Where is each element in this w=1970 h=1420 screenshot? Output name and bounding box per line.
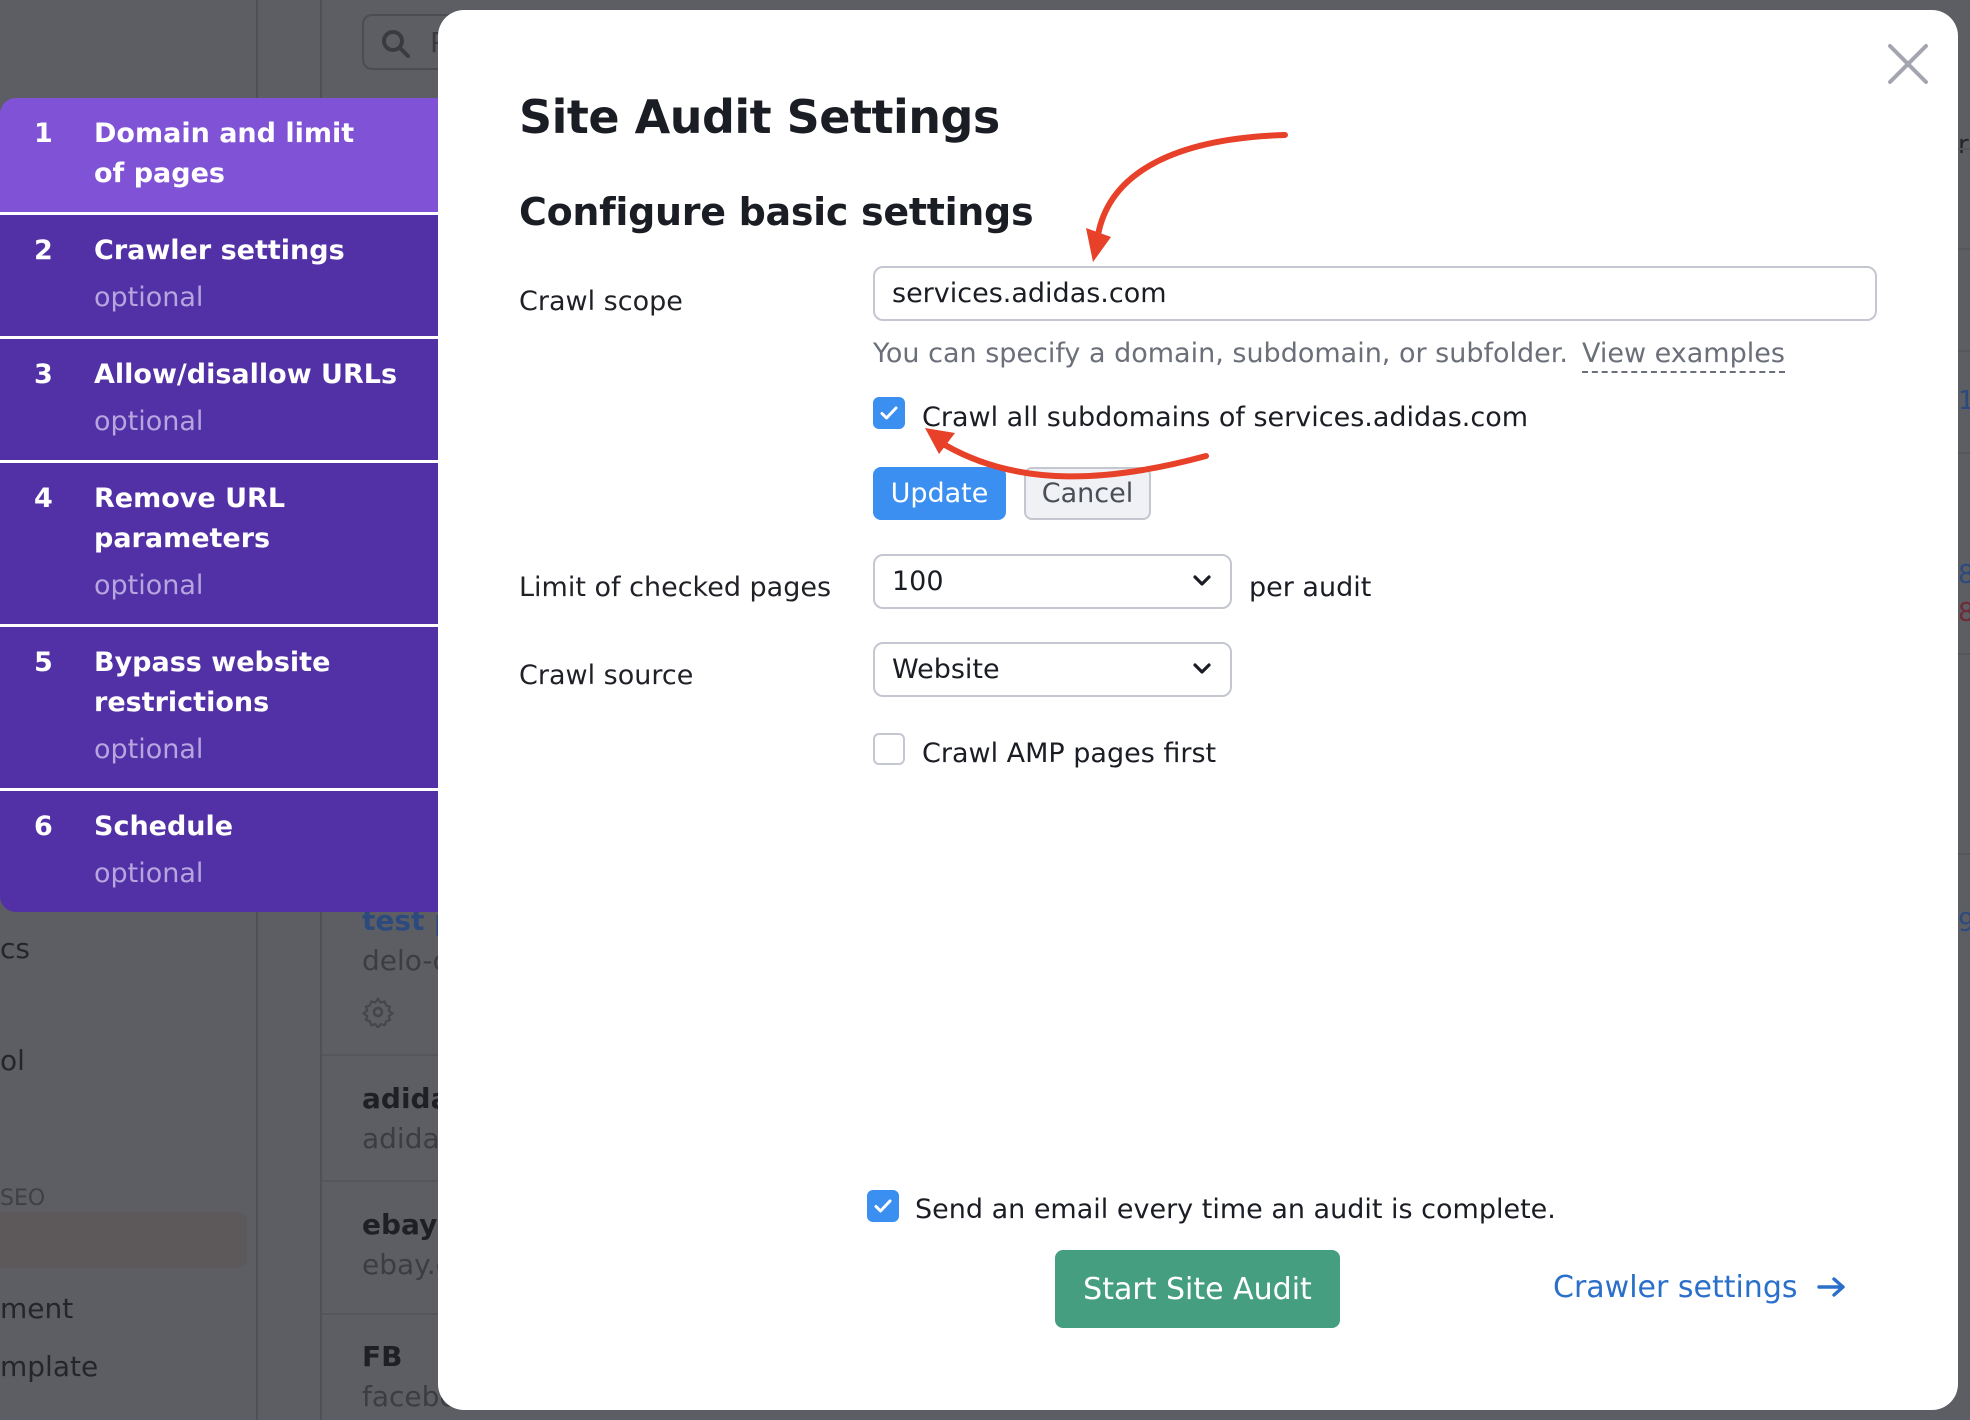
gear-icon: [362, 997, 394, 1028]
step-schedule[interactable]: 6 Schedule optional: [0, 791, 438, 912]
next-step-crawler-settings-link[interactable]: Crawler settings: [1553, 1270, 1848, 1305]
step-number: 3: [34, 359, 53, 390]
search-icon: [382, 30, 410, 58]
close-icon[interactable]: [1886, 42, 1930, 86]
step-title: Bypass website restrictions: [94, 647, 331, 718]
bg-nav-item: cs: [0, 932, 30, 965]
start-site-audit-button[interactable]: Start Site Audit: [1055, 1250, 1340, 1328]
bg-row-divider: [322, 1054, 442, 1056]
checkmark-icon: [880, 406, 898, 420]
bg-project-name: ebay: [362, 1208, 438, 1241]
bg-nav-item: ol: [0, 1044, 25, 1077]
crawl-source-value: Website: [892, 654, 1000, 685]
step-title: Allow/disallow URLs: [94, 359, 398, 390]
step-number: 5: [34, 647, 53, 678]
limit-select-value: 100: [892, 566, 944, 597]
helper-text: You can specify a domain, subdomain, or …: [873, 338, 1568, 369]
bg-row-divider: [322, 1313, 442, 1315]
update-button[interactable]: Update: [873, 467, 1006, 520]
per-audit-label: per audit: [1249, 572, 1372, 603]
step-title: Remove URL parameters: [94, 483, 286, 554]
cancel-button[interactable]: Cancel: [1024, 467, 1151, 520]
bg-project-name: FB: [362, 1340, 403, 1373]
crawler-settings-link-label: Crawler settings: [1553, 1270, 1798, 1305]
crawl-source-select[interactable]: Website: [873, 642, 1232, 697]
step-title: Schedule: [94, 811, 234, 842]
bg-row-divider: [1958, 248, 1970, 250]
modal-title: Site Audit Settings: [519, 90, 1000, 144]
section-title: Configure basic settings: [519, 190, 1034, 234]
step-number: 6: [34, 811, 53, 842]
bg-row-divider: [1958, 853, 1970, 855]
crawl-scope-input[interactable]: [873, 266, 1877, 321]
bg-active-nav-item: [0, 1212, 247, 1268]
step-title: Crawler settings: [94, 235, 345, 266]
arrow-right-icon: [1816, 1276, 1845, 1297]
bg-right-text: 8: [1958, 598, 1970, 628]
email-notification-checkbox[interactable]: [867, 1190, 899, 1222]
crawl-scope-label: Crawl scope: [519, 286, 683, 317]
step-number: 2: [34, 235, 53, 266]
bg-row-divider: [1958, 350, 1970, 352]
crawl-scope-helper: You can specify a domain, subdomain, or …: [873, 338, 1785, 373]
step-number: 4: [34, 483, 53, 514]
view-examples-link[interactable]: View examples: [1581, 338, 1785, 373]
bg-right-text: 9,: [1958, 908, 1970, 938]
crawl-subdomains-label: Crawl all subdomains of services.adidas.…: [922, 402, 1529, 433]
step-subtitle: optional: [94, 406, 204, 437]
step-bypass-restrictions[interactable]: 5 Bypass website restrictions optional: [0, 627, 438, 791]
checkmark-icon: [874, 1199, 892, 1213]
step-title: Domain and limit of pages: [94, 118, 355, 189]
step-crawler-settings[interactable]: 2 Crawler settings optional: [0, 215, 438, 339]
chevron-down-icon: [1193, 575, 1211, 586]
step-number: 1: [34, 118, 53, 149]
crawl-amp-checkbox[interactable]: [873, 733, 905, 765]
crawl-amp-label: Crawl AMP pages first: [922, 738, 1217, 769]
step-subtitle: optional: [94, 858, 204, 889]
step-subtitle: optional: [94, 734, 204, 765]
crawl-subdomains-checkbox[interactable]: [873, 397, 905, 429]
email-notification-label: Send an email every time an audit is com…: [915, 1194, 1556, 1225]
bg-right-text: 8: [1958, 560, 1970, 590]
step-subtitle: optional: [94, 570, 204, 601]
bg-row-divider: [322, 1180, 442, 1182]
bg-project-name: adida: [362, 1082, 450, 1115]
bg-nav-item: ment: [0, 1292, 74, 1325]
step-allow-disallow-urls[interactable]: 3 Allow/disallow URLs optional: [0, 339, 438, 463]
bg-right-text: 1,: [1958, 386, 1970, 416]
step-remove-url-parameters[interactable]: 4 Remove URL parameters optional: [0, 463, 438, 627]
step-domain-and-limit[interactable]: 1 Domain and limit of pages: [0, 98, 438, 215]
site-audit-settings-modal: Site Audit Settings Configure basic sett…: [438, 10, 1958, 1410]
bg-project-domain: delo-c: [362, 944, 448, 977]
limit-select[interactable]: 100: [873, 554, 1232, 609]
bg-row-divider: [1958, 148, 1970, 150]
bg-row-divider: [1958, 452, 1970, 454]
chevron-down-icon: [1193, 663, 1211, 674]
limit-label: Limit of checked pages: [519, 572, 832, 603]
bg-section-label: SEO: [0, 1186, 46, 1211]
bg-right-text: rr: [1958, 130, 1970, 160]
step-subtitle: optional: [94, 282, 204, 313]
settings-steps-nav: 1 Domain and limit of pages 2 Crawler se…: [0, 98, 438, 912]
crawl-source-label: Crawl source: [519, 660, 694, 691]
bg-nav-item: mplate: [0, 1350, 99, 1383]
bg-row-divider: [1958, 653, 1970, 655]
